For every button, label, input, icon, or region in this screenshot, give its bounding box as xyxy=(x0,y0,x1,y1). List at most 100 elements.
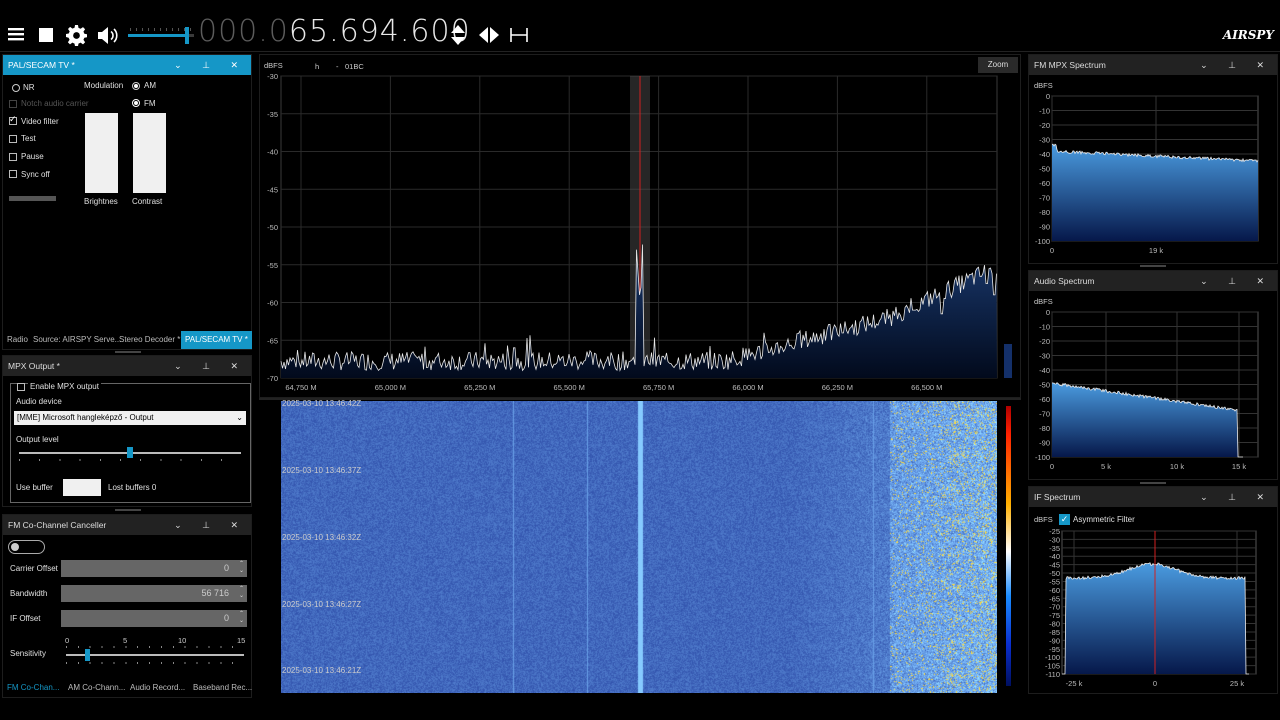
fm-mpx-header: FM MPX Spectrum ⌄ ⊥ ✕ xyxy=(1029,55,1277,75)
x-tick-label: -25 k xyxy=(1066,679,1083,688)
splitter-handle[interactable] xyxy=(115,351,141,353)
left-dock-tabs: Radio Source: AIRSPY Serve... Stereo Dec… xyxy=(3,331,253,349)
am-radio[interactable] xyxy=(132,82,140,90)
x-tick-label: 66,500 M xyxy=(911,383,942,392)
pause-checkbox[interactable] xyxy=(9,153,17,161)
sensitivity-track[interactable] xyxy=(66,654,244,656)
sens-tick-label: 10 xyxy=(178,636,187,645)
lost-buffers-label: Lost buffers 0 xyxy=(108,483,157,492)
test-label: Test xyxy=(21,134,36,143)
carrier-offset-label: Carrier Offset xyxy=(10,564,58,573)
panel-controls[interactable]: ⌄ ⊥ ✕ xyxy=(1200,487,1273,507)
y-tick-label: -10 xyxy=(1039,107,1050,116)
carrier-offset-field[interactable]: 0 ⌃ ⌄ xyxy=(61,560,247,577)
panel-controls[interactable]: ⌄ ⊥ ✕ xyxy=(174,356,247,376)
menu-icon[interactable] xyxy=(8,27,25,42)
waterfall-panel[interactable]: 2025-03-10 13:46:42Z 2025-03-10 13:46:37… xyxy=(259,399,1021,694)
cochannel-toggle[interactable] xyxy=(8,540,45,554)
fm-mpx-plot: 0-10-20-30-40-50-60-70-80-90-1000 19 k xyxy=(1035,92,1259,255)
y-tick-label: -45 xyxy=(267,185,278,194)
enable-mpx-checkbox[interactable] xyxy=(17,383,25,391)
stop-icon[interactable] xyxy=(39,28,54,43)
sync-bar xyxy=(9,196,56,201)
x-tick-label: 0 xyxy=(1153,679,1157,688)
span-icon[interactable] xyxy=(510,28,528,42)
modulation-label: Modulation xyxy=(84,81,124,90)
tab-fm-cochannel[interactable]: FM Co-Chan... xyxy=(3,679,63,697)
cochannel-title: FM Co-Channel Canceller xyxy=(8,520,107,530)
sync-off-checkbox[interactable] xyxy=(9,170,17,178)
y-tick-label: -80 xyxy=(1039,208,1050,217)
spectrum-plot[interactable]: -30 -35 -40 -45 -50 -55 -60 -65 -70 64,750 M 65,00… xyxy=(259,54,1021,398)
pal-secam-header: PAL/SECAM TV * ⌄ ⊥ ✕ xyxy=(3,55,251,75)
bottom-dock-tabs: FM Co-Chan... AM Co-Chann... Audio Recor… xyxy=(3,679,253,697)
updown-arrows-icon[interactable] xyxy=(449,23,467,47)
sens-tick-label: 5 xyxy=(123,636,128,645)
y-tick-label: -70 xyxy=(1039,194,1050,203)
volume-handle[interactable] xyxy=(185,27,190,44)
video-filter-checkbox[interactable] xyxy=(9,114,17,125)
level-bar xyxy=(1004,344,1012,378)
y-tick-label: -10 xyxy=(1039,323,1050,332)
fm-mpx-spectrum-panel: FM MPX Spectrum ⌄ ⊥ ✕ dBFS 0 -10 -20 -30 -40-… xyxy=(1028,54,1278,264)
panel-controls[interactable]: ⌄ ⊥ ✕ xyxy=(174,515,247,535)
if-offset-label: IF Offset xyxy=(10,614,41,623)
tab-pal-secam[interactable]: PAL/SECAM TV * xyxy=(181,331,252,349)
use-buffer-box[interactable] xyxy=(63,479,101,496)
nr-radio[interactable] xyxy=(12,84,20,92)
waterfall-timestamp: 2025-03-10 13:46:37Z xyxy=(282,466,362,475)
if-spectrum-plot: -25-30-35-40-45-50-55-60-65-70-75-80-85-… xyxy=(1045,527,1257,688)
notch-checkbox[interactable] xyxy=(9,100,17,108)
y-tick-label: -30 xyxy=(1039,352,1050,361)
gear-icon[interactable] xyxy=(66,25,87,46)
output-level-handle[interactable] xyxy=(127,447,133,458)
y-tick-label: -70 xyxy=(1039,410,1050,419)
frequency-digits: 65.694.600 xyxy=(288,14,471,49)
fm-radio[interactable] xyxy=(132,99,140,107)
contrast-slider[interactable] xyxy=(133,113,166,193)
sens-tick-label: 15 xyxy=(237,636,246,645)
volume-slider[interactable] xyxy=(128,34,194,37)
test-checkbox[interactable] xyxy=(9,135,17,143)
splitter-handle[interactable] xyxy=(115,509,141,511)
sensitivity-handle[interactable] xyxy=(85,649,91,661)
x-tick-label: 5 k xyxy=(1101,462,1111,471)
tab-stereo-decoder[interactable]: Stereo Decoder * xyxy=(115,331,184,349)
pause-label: Pause xyxy=(21,152,44,161)
panel-controls[interactable]: ⌄ ⊥ ✕ xyxy=(1200,271,1273,291)
sens-tick-label: 0 xyxy=(65,636,70,645)
tab-source[interactable]: Source: AIRSPY Serve... xyxy=(29,331,125,349)
tab-baseband-record[interactable]: Baseband Rec... xyxy=(189,679,256,697)
toggle-knob xyxy=(11,543,19,551)
bandwidth-field[interactable]: 56 716 ⌃ ⌄ xyxy=(61,585,247,602)
speaker-icon[interactable] xyxy=(97,26,121,45)
if-offset-field[interactable]: 0 ⌃ ⌄ xyxy=(61,610,247,627)
audio-device-select[interactable]: [MME] Microsoft hangleképző - Output ⌄ xyxy=(14,411,246,425)
brightness-label: Brightnes xyxy=(84,197,118,206)
panel-controls[interactable]: ⌄ ⊥ ✕ xyxy=(1200,55,1273,75)
pal-secam-panel: PAL/SECAM TV * ⌄ ⊥ ✕ NR Notch audio carri… xyxy=(2,54,252,350)
audio-spectrum-title: Audio Spectrum xyxy=(1034,276,1095,286)
y-tick-label: -35 xyxy=(267,110,278,119)
spinner-arrows-icon[interactable]: ⌃ ⌄ xyxy=(239,561,244,575)
left-right-arrows-icon[interactable] xyxy=(477,26,501,44)
mpx-output-header: MPX Output * ⌄ ⊥ ✕ xyxy=(3,356,251,376)
contrast-label: Contrast xyxy=(132,197,163,206)
audio-spectrum-plot: 0-10-20-30-40-50-60-70-80-90-1000 5 k 10 k… xyxy=(1035,308,1259,471)
tab-radio[interactable]: Radio xyxy=(3,331,32,349)
brightness-slider[interactable] xyxy=(85,113,118,193)
waterfall-timestamp: 2025-03-10 13:46:42Z xyxy=(282,399,362,408)
splitter-handle[interactable] xyxy=(1140,265,1166,267)
splitter-handle[interactable] xyxy=(1140,482,1166,484)
panel-controls[interactable]: ⌄ ⊥ ✕ xyxy=(174,55,247,75)
mpx-output-panel: MPX Output * ⌄ ⊥ ✕ Enable MPX output Audi… xyxy=(2,355,252,507)
spinner-arrows-icon[interactable]: ⌃ ⌄ xyxy=(239,586,244,600)
sensitivity-ticks-bottom xyxy=(66,662,244,664)
mpx-output-title: MPX Output * xyxy=(8,361,60,371)
spinner-arrows-icon[interactable]: ⌃ ⌄ xyxy=(239,611,244,625)
cochannel-header: FM Co-Channel Canceller ⌄ ⊥ ✕ xyxy=(3,515,251,535)
tab-audio-record[interactable]: Audio Record... xyxy=(126,679,189,697)
tab-am-cochannel[interactable]: AM Co-Chann... xyxy=(64,679,129,697)
frequency-display[interactable]: 000.065.694.600 xyxy=(198,14,471,50)
waterfall-canvas[interactable] xyxy=(281,401,997,693)
